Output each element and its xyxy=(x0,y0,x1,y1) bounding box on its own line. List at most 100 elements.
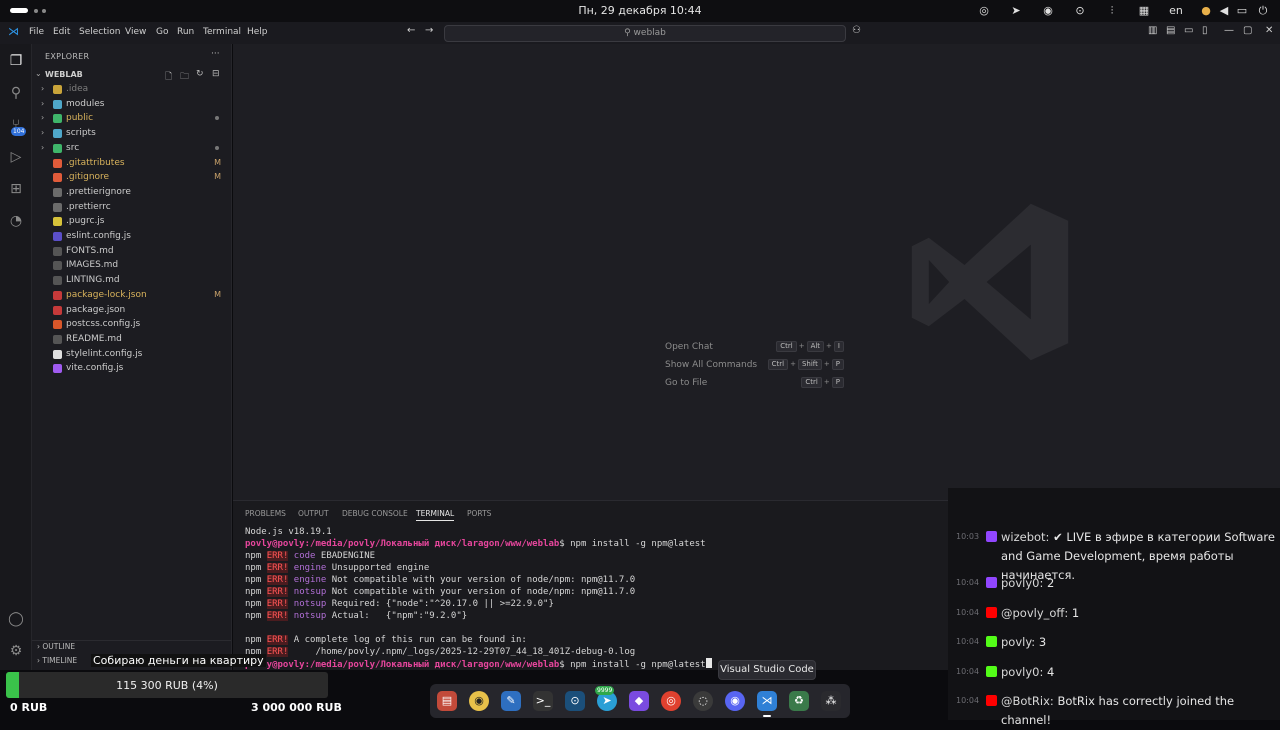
file-row[interactable]: IMAGES.md xyxy=(32,258,231,273)
settings-gear-icon[interactable]: ⚙ xyxy=(7,642,25,660)
tab-ports[interactable]: PORTS xyxy=(467,509,491,518)
steam-icon[interactable]: ⊙ xyxy=(565,691,585,711)
microphone-icon[interactable]: ● xyxy=(1200,3,1212,19)
maximize-icon[interactable]: ▢ xyxy=(1243,25,1252,36)
folder-row[interactable]: › public xyxy=(32,111,231,126)
keycap: Ctrl xyxy=(776,341,797,352)
panel-tray-icon[interactable]: ▦ xyxy=(1137,3,1151,19)
folder-row[interactable]: › .idea xyxy=(32,82,231,97)
search-icon[interactable]: ⚲ xyxy=(7,84,25,102)
err-key: code xyxy=(293,551,316,561)
refresh-icon[interactable]: ↻ xyxy=(196,69,204,79)
file-row[interactable]: package.json xyxy=(32,303,231,318)
tab-debug-console[interactable]: DEBUG CONSOLE xyxy=(342,509,408,518)
folder-row[interactable]: › modules xyxy=(32,97,231,112)
steam-tray-icon[interactable]: ◎ xyxy=(977,3,991,19)
more-actions-icon[interactable]: ··· xyxy=(211,49,220,59)
back-arrow-icon[interactable]: ← xyxy=(407,25,415,36)
explorer-icon[interactable]: ❐ xyxy=(7,52,25,70)
npm-label: npm xyxy=(245,587,262,597)
timeline-label: TIMELINE xyxy=(42,656,78,665)
account-icon[interactable]: ◯ xyxy=(7,610,25,628)
file-row[interactable]: eslint.config.js xyxy=(32,229,231,244)
tab-output[interactable]: OUTPUT xyxy=(298,509,329,518)
tab-terminal[interactable]: TERMINAL xyxy=(416,509,455,521)
menu-view[interactable]: View xyxy=(125,27,146,37)
chrome-icon[interactable]: ◎ xyxy=(661,691,681,711)
layout-secondary-icon[interactable]: ▯ xyxy=(1202,25,1208,36)
file-row[interactable]: package-lock.json M xyxy=(32,288,231,303)
file-row[interactable]: vite.config.js xyxy=(32,361,231,376)
file-row[interactable]: .prettierrc xyxy=(32,200,231,215)
folder-icon xyxy=(53,99,62,109)
menu-file[interactable]: File xyxy=(29,27,44,37)
collapse-all-icon[interactable]: ⊟ xyxy=(212,69,220,79)
files-icon[interactable]: ▤ xyxy=(437,691,457,711)
editor-area[interactable]: Open Chat Ctrl + Alt + I Show All Commands Ctrl… xyxy=(233,44,1280,500)
keyboard-layout[interactable]: en xyxy=(1166,3,1186,19)
terminal-icon[interactable]: >_ xyxy=(533,691,553,711)
file-row[interactable]: stylelint.config.js xyxy=(32,347,231,362)
power-icon[interactable]: ⏻ xyxy=(1256,3,1270,19)
discord-tray-icon[interactable]: ◉ xyxy=(1041,3,1055,19)
donation-min: 0 RUB xyxy=(10,701,48,714)
steam-icon[interactable]: ⊙ xyxy=(1073,3,1087,19)
run-debug-icon[interactable]: ▷ xyxy=(7,148,25,166)
terminal-error-line: npm ERR! notsup Not compatible with your… xyxy=(245,586,635,598)
layout-sidebar-right-icon[interactable]: ▤ xyxy=(1166,25,1175,36)
file-row[interactable]: .prettierignore xyxy=(32,185,231,200)
text-editor-icon[interactable]: ✎ xyxy=(501,691,521,711)
file-row[interactable]: .gitattributes M xyxy=(32,156,231,171)
folder-row[interactable]: › src xyxy=(32,141,231,156)
forward-arrow-icon[interactable]: → xyxy=(425,25,433,36)
menu-go[interactable]: Go xyxy=(156,27,168,37)
system-clock[interactable]: Пн, 29 декабря 10:44 xyxy=(0,4,1280,17)
vscode-icon[interactable]: ⋊ xyxy=(757,691,777,711)
layout-sidebar-icon[interactable]: ▥ xyxy=(1148,25,1157,36)
outline-label: OUTLINE xyxy=(42,642,76,651)
menu-selection[interactable]: Selection xyxy=(79,27,120,37)
file-row[interactable]: README.md xyxy=(32,332,231,347)
chat-message-body: povly0: 4 xyxy=(1001,663,1277,682)
git-status-badge: M xyxy=(214,157,221,167)
telegram-tray-icon[interactable]: ➤ xyxy=(1009,3,1023,19)
welcome-hint-label[interactable]: Open Chat xyxy=(665,342,713,352)
minimize-icon[interactable]: — xyxy=(1224,25,1234,36)
obsidian-icon[interactable]: ◆ xyxy=(629,691,649,711)
outline-section[interactable]: › OUTLINE xyxy=(37,642,75,651)
menu-help[interactable]: Help xyxy=(247,27,268,37)
npm-label: npm xyxy=(245,599,262,609)
remote-explorer-icon[interactable]: ◔ xyxy=(7,212,25,230)
err-text: Required: {"node":"^20.17.0 || >=22.9.0"… xyxy=(326,599,554,609)
menu-edit[interactable]: Edit xyxy=(53,27,70,37)
tab-problems[interactable]: PROBLEMS xyxy=(245,509,286,518)
err-key: engine xyxy=(293,563,327,573)
folder-row[interactable]: › scripts xyxy=(32,126,231,141)
menu-terminal[interactable]: Terminal xyxy=(203,27,241,37)
close-icon[interactable]: ✕ xyxy=(1265,25,1273,36)
obs-icon[interactable]: ◌ xyxy=(693,691,713,711)
copilot-icon[interactable]: ⚇ xyxy=(852,25,861,36)
timeline-section[interactable]: › TIMELINE xyxy=(37,656,77,665)
welcome-hint-label[interactable]: Go to File xyxy=(665,378,707,388)
file-row[interactable]: .gitignore M xyxy=(32,170,231,185)
volume-icon[interactable]: ◀ xyxy=(1218,3,1230,19)
mixer-tray-icon[interactable]: ⫶ xyxy=(1105,3,1119,19)
discord-icon[interactable]: ◉ xyxy=(725,691,745,711)
terminal-current-prompt[interactable]: povly@povly:/media/povly/Локальный диск/… xyxy=(245,658,712,671)
apps-grid-icon[interactable]: ⁂ xyxy=(821,691,841,711)
extensions-icon[interactable]: ⊞ xyxy=(7,180,25,198)
file-row[interactable]: postcss.config.js xyxy=(32,317,231,332)
chat-message-body: povly0: 2 xyxy=(1001,574,1277,593)
trash-icon[interactable]: ♻ xyxy=(789,691,809,711)
menu-run[interactable]: Run xyxy=(177,27,194,37)
file-row[interactable]: LINTING.md xyxy=(32,273,231,288)
file-row[interactable]: .pugrc.js xyxy=(32,214,231,229)
rhythmbox-icon[interactable]: ◉ xyxy=(469,691,489,711)
command-center-search[interactable]: ⚲ weblab xyxy=(444,25,846,42)
chat-username: povly0: xyxy=(1001,576,1044,590)
battery-icon[interactable]: ▭ xyxy=(1236,3,1248,19)
workspace-root-row[interactable]: ⌄ WEBLAB 🗋 🗀 ↻ ⊟ xyxy=(32,68,231,82)
layout-panel-icon[interactable]: ▭ xyxy=(1184,25,1193,36)
file-row[interactable]: FONTS.md xyxy=(32,244,231,259)
